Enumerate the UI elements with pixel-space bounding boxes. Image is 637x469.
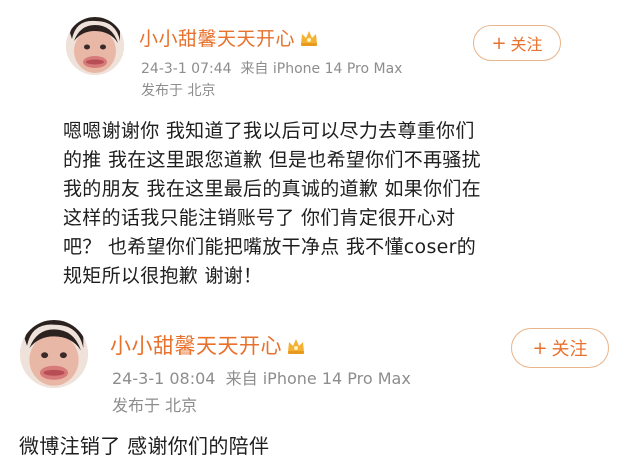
content-line: 这样的话我只能注销账号了 你们肯定很开心对 bbox=[63, 207, 456, 229]
post-content: 微博注销了 感谢你们的陪伴 bbox=[19, 432, 269, 461]
post-timestamp: 24-3-1 08:04 bbox=[112, 369, 216, 388]
plus-icon: + bbox=[491, 32, 507, 54]
content-line: 规矩所以很抱歉 谢谢！ bbox=[63, 265, 263, 287]
post-content: 嗯嗯谢谢你 我知道了我以后可以尽力去尊重你们 的推 我在这里跟您道歉 但是也希望… bbox=[63, 117, 481, 291]
post-device: 来自 iPhone 14 Pro Max bbox=[240, 61, 403, 77]
follow-button[interactable]: + 关注 bbox=[511, 328, 609, 368]
user-avatar[interactable] bbox=[20, 320, 88, 388]
post-timestamp: 24-3-1 07:44 bbox=[141, 61, 232, 77]
content-line: 我的朋友 我在这里最后的真诚的道歉 如果你们在 bbox=[63, 178, 481, 200]
content-line: 的推 我在这里跟您道歉 但是也希望你们不再骚扰 bbox=[63, 149, 481, 171]
post-location: 发布于 北京 bbox=[112, 396, 198, 415]
post-2: 小小甜馨天天开心 24-3-1 08:04 来自 iPhone 14 Pro M… bbox=[0, 310, 637, 469]
user-avatar[interactable] bbox=[66, 17, 124, 75]
post-1: 小小甜馨天天开心 24-3-1 07:44 来自 iPhone 14 Pro M… bbox=[0, 0, 637, 310]
post-device: 来自 iPhone 14 Pro Max bbox=[225, 369, 411, 388]
content-line: 嗯嗯谢谢你 我知道了我以后可以尽力去尊重你们 bbox=[63, 120, 475, 142]
content-line: 微博注销了 感谢你们的陪伴 bbox=[19, 434, 270, 458]
post-meta: 24-3-1 07:44 来自 iPhone 14 Pro Max bbox=[141, 58, 402, 78]
vip-crown-icon bbox=[301, 31, 318, 46]
username[interactable]: 小小甜馨天天开心 bbox=[110, 330, 306, 360]
post-location: 发布于 北京 bbox=[141, 83, 216, 99]
content-line: 吧？ 也希望你们能把嘴放干净点 我不懂coser的 bbox=[63, 236, 477, 258]
avatar-image bbox=[66, 17, 124, 75]
vip-crown-icon bbox=[288, 339, 304, 354]
post-meta: 24-3-1 08:04 来自 iPhone 14 Pro Max bbox=[112, 365, 411, 389]
follow-button[interactable]: + 关注 bbox=[473, 25, 561, 61]
avatar-image bbox=[20, 320, 88, 388]
username[interactable]: 小小甜馨天天开心 bbox=[139, 24, 319, 51]
follow-button-label: 关注 bbox=[510, 35, 543, 54]
plus-icon: + bbox=[532, 337, 548, 359]
follow-button-label: 关注 bbox=[551, 339, 588, 360]
